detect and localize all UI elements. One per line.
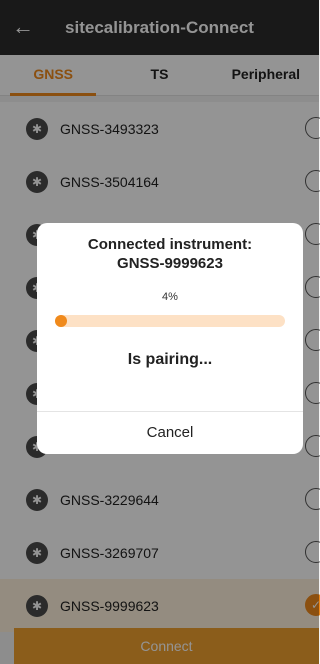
pairing-status: Is pairing...: [127, 351, 213, 368]
progress-bar: [55, 315, 285, 327]
pairing-dialog: Connected instrument: GNSS-9999623 4% Is…: [37, 223, 303, 454]
dialog-title: Connected instrument: GNSS-9999623: [37, 235, 303, 273]
cancel-button[interactable]: Cancel: [37, 412, 303, 454]
dialog-title-line1: Connected instrument:: [87, 236, 253, 253]
dialog-title-line2: GNSS-9999623: [117, 255, 223, 272]
progress-percent: 4%: [162, 291, 178, 303]
progress-fill: [55, 315, 67, 327]
